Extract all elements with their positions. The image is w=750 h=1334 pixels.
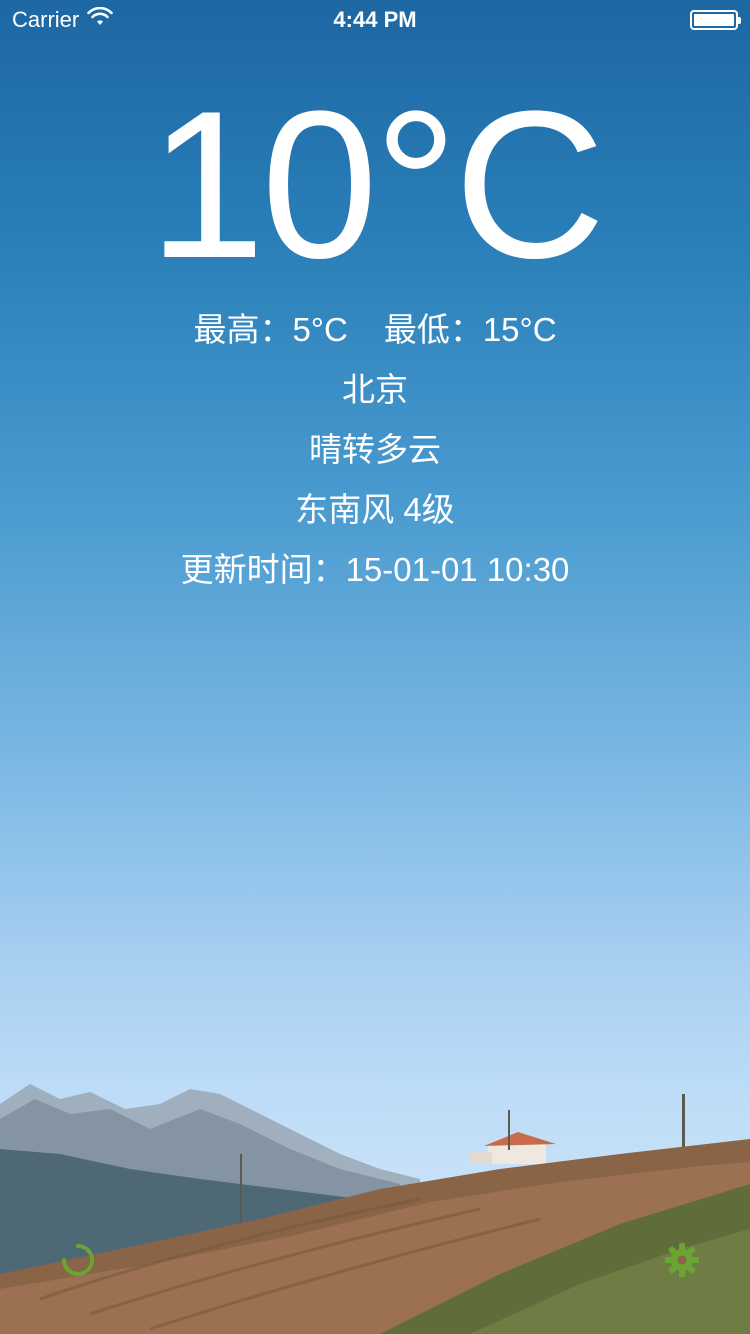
high-temperature: 最高：5°C xyxy=(193,311,348,348)
carrier-label: Carrier xyxy=(12,7,80,32)
status-left: Carrier xyxy=(12,6,114,33)
refresh-button[interactable] xyxy=(56,1240,100,1284)
settings-button[interactable] xyxy=(660,1240,704,1284)
city-name: 北京 xyxy=(342,371,408,408)
landscape-background xyxy=(0,1084,750,1334)
low-temperature: 最低：15°C xyxy=(383,311,557,348)
wifi-icon xyxy=(87,6,114,33)
temperature: 10°C xyxy=(148,67,605,302)
status-bar: Carrier 4:44 PM xyxy=(0,0,750,40)
battery-icon xyxy=(690,10,741,30)
weather-block: 10°C 最高：5°C 最低：15°C 北京 晴转多云 东南风 4级 更新时间：1… xyxy=(0,70,750,600)
bottom-toolbar xyxy=(0,1240,750,1290)
gear-icon xyxy=(664,1242,700,1283)
update-time: 更新时间：15-01-01 10:30 xyxy=(180,551,570,588)
battery-level xyxy=(694,14,734,26)
weather-condition: 晴转多云 xyxy=(309,431,441,468)
refresh-icon xyxy=(60,1242,96,1283)
high-low: 最高：5°C 最低：15°C xyxy=(0,300,750,360)
wind-info: 东南风 4级 xyxy=(295,491,455,528)
